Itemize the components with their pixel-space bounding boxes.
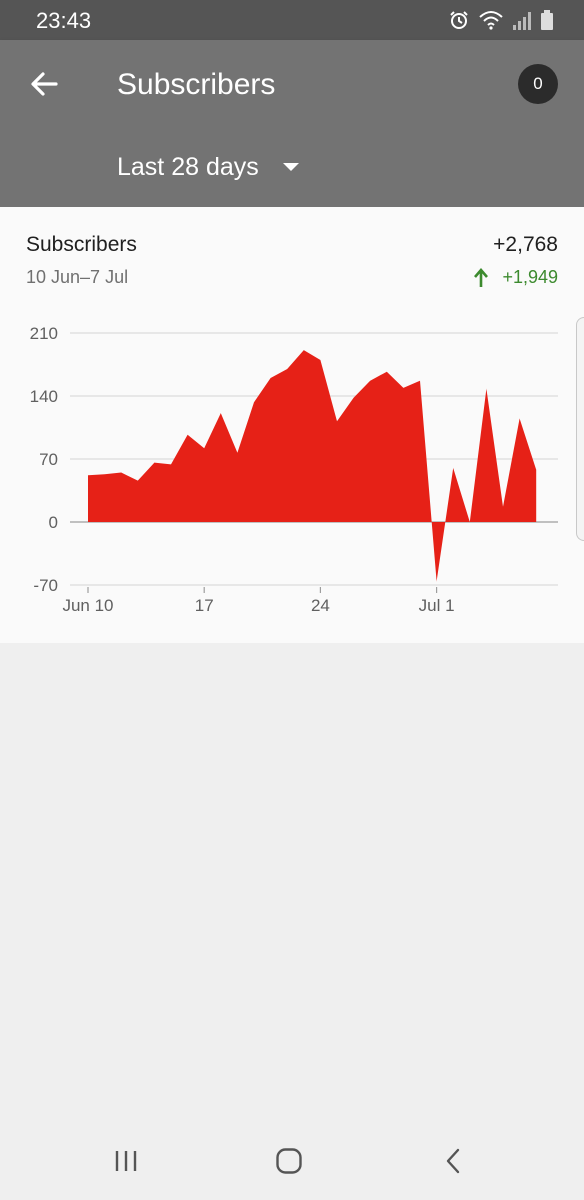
series-area xyxy=(88,350,537,582)
app-bar: Subscribers 0 Last 28 days xyxy=(0,40,584,207)
y-tick-label: 70 xyxy=(39,450,58,469)
chart-svg: 210 140 70 0 -70Jun 10 17 24 Jul 1 xyxy=(30,324,558,615)
page-title: Subscribers xyxy=(117,68,276,101)
notification-badge[interactable]: 0 xyxy=(518,64,558,104)
signal-icon xyxy=(513,12,531,30)
battery-icon xyxy=(541,10,553,30)
x-tick-label: Jul 1 xyxy=(419,596,455,615)
recent-apps-button[interactable] xyxy=(106,1142,146,1180)
arrow-back-icon xyxy=(31,72,58,96)
y-tick-label: 140 xyxy=(30,387,58,406)
period-dropdown[interactable]: Last 28 days xyxy=(117,150,299,184)
card-total: +2,768 xyxy=(493,233,558,256)
caret-down-icon xyxy=(282,163,299,171)
subscribers-card: Subscribers 10 Jun–7 Jul +2,768 +1,949 2… xyxy=(0,207,584,643)
y-tick-label: 0 xyxy=(49,513,58,532)
x-tick-label: Jun 10 xyxy=(62,596,113,615)
card-title: Subscribers xyxy=(26,233,137,256)
card-change-value: +1,949 xyxy=(502,267,558,287)
x-tick-label: 17 xyxy=(195,596,214,615)
alarm-icon xyxy=(450,11,468,29)
nav-bar xyxy=(0,1122,584,1200)
status-bar: 23:43 xyxy=(0,0,584,40)
period-label: Last 28 days xyxy=(117,152,259,181)
y-tick-label: 210 xyxy=(30,324,58,343)
card-date-range: 10 Jun–7 Jul xyxy=(26,267,129,287)
subscribers-chart: 210 140 70 0 -70 Jun 10 17 24 Jul 1 xyxy=(0,317,584,627)
wifi-icon xyxy=(479,11,503,30)
back-icon xyxy=(446,1148,460,1174)
system-back-button[interactable] xyxy=(433,1142,473,1180)
edge-panel-handle[interactable] xyxy=(576,317,584,541)
y-tick-label: -70 xyxy=(33,576,58,595)
status-time: 23:43 xyxy=(36,8,92,33)
recent-apps-icon xyxy=(115,1151,137,1171)
home-button[interactable] xyxy=(269,1142,309,1180)
status-icons xyxy=(448,9,554,31)
x-tick-label: 24 xyxy=(311,596,330,615)
back-button[interactable] xyxy=(26,66,62,102)
arrow-up-icon xyxy=(474,267,489,287)
card-change: +1,949 xyxy=(474,267,558,288)
home-icon xyxy=(276,1148,302,1174)
